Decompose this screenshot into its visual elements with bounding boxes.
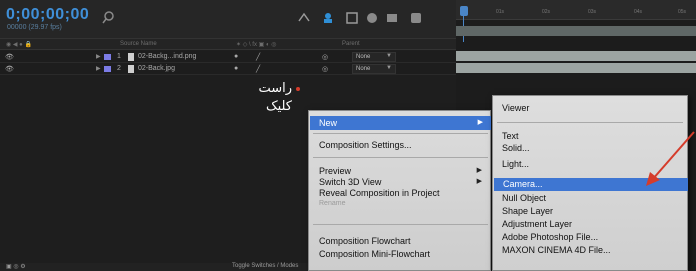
current-time-indicator[interactable] (460, 6, 468, 16)
av-features-header: ◉ ◀ ● 🔒 (6, 42, 32, 48)
submenu-item-null-object[interactable]: Null Object (502, 192, 546, 204)
submenu-item-solid[interactable]: Solid... (502, 142, 530, 154)
menu-item-composition-settings[interactable]: Composition Settings... (319, 139, 412, 151)
file-icon (128, 65, 134, 73)
graph-editor-icon[interactable] (384, 10, 400, 26)
shy-switch[interactable]: ● (234, 53, 238, 60)
menu-item-composition-flowchart[interactable]: Composition Flowchart (319, 235, 411, 247)
quality-switch[interactable]: ╱ (256, 65, 260, 73)
menu-item-rename: Rename (319, 200, 346, 207)
quality-switch[interactable]: ╱ (256, 53, 260, 61)
layer-number: 1 (117, 53, 121, 60)
submenu-arrow-icon: ▶ (477, 119, 483, 126)
timeline-header: 0;00;00;00 00000 (29.97 fps) (0, 0, 456, 38)
menu-item-label: Preview (319, 166, 352, 176)
expand-triangle-icon[interactable]: ▶ (96, 53, 101, 60)
file-icon (128, 53, 134, 61)
annotation-line-1: راست (258, 81, 292, 96)
search-icon[interactable] (102, 10, 122, 26)
submenu-item-adjustment-layer[interactable]: Adjustment Layer (502, 218, 572, 230)
menu-separator (313, 157, 488, 158)
parent-pickwhip-icon[interactable]: ◎ (322, 65, 328, 73)
shy-switch[interactable]: ● (234, 65, 238, 72)
layer-name[interactable]: 02-Back.jpg (138, 65, 175, 72)
parent-dropdown-value: None (356, 66, 371, 72)
layer-row[interactable]: 👁 ▶ 1 02-Backg...ind.png ● ╱ ◎ None ▼ (0, 51, 456, 63)
frame-blending-icon[interactable] (344, 10, 360, 26)
menu-separator (497, 122, 683, 123)
parent-dropdown-value: None (356, 54, 371, 60)
layer-row[interactable]: 👁 ▶ 2 02-Back.jpg ● ╱ ◎ None ▼ (0, 63, 456, 75)
context-menu: New ▶ Composition Settings... Preview ▶ … (308, 110, 491, 271)
ruler-tick-label: 05s (678, 9, 687, 15)
source-name-header[interactable]: Source Name (120, 41, 157, 47)
menu-item-new[interactable]: New ▶ (310, 116, 491, 130)
shy-layers-icon[interactable] (320, 10, 336, 26)
ruler-tick-label: 03s (588, 9, 597, 15)
submenu-item-photoshop-file[interactable]: Adobe Photoshop File... (502, 231, 598, 243)
ruler-tick-label: 04s (634, 9, 643, 15)
frame-counter: 00000 (29.97 fps) (7, 24, 62, 31)
submenu-item-shape-layer[interactable]: Shape Layer (502, 205, 553, 217)
footer-icons[interactable]: ▣ ◎ ⚙ (6, 263, 26, 270)
work-area-bar[interactable] (456, 26, 696, 36)
motion-blur-icon[interactable] (364, 10, 380, 26)
annotation-bullet (296, 87, 300, 91)
ruler-tick-label: 02s (542, 9, 551, 15)
parent-pickwhip-icon[interactable]: ◎ (322, 53, 328, 61)
submenu-item-light[interactable]: Light... (502, 158, 529, 170)
parent-dropdown[interactable]: None ▼ (352, 52, 396, 62)
menu-separator (313, 133, 488, 134)
submenu-item-text[interactable]: Text (502, 130, 519, 142)
expand-triangle-icon[interactable]: ▶ (96, 65, 101, 72)
toggle-switches-modes[interactable]: Toggle Switches / Modes (232, 263, 298, 269)
layer-duration-bar[interactable] (456, 51, 696, 61)
layer-name[interactable]: 02-Backg...ind.png (138, 53, 196, 60)
draft-3d-icon[interactable] (296, 10, 312, 26)
right-click-annotation: راست کلیک (232, 80, 292, 116)
menu-item-label: Switch 3D View (319, 177, 382, 187)
submenu-arrow-icon: ▶ (476, 178, 482, 185)
timecode-display[interactable]: 0;00;00;00 (6, 6, 89, 24)
switches-header: ✶ ◇ \ fx ▣ ◐ ◎ (236, 42, 277, 48)
time-ruler[interactable]: 01s 02s 03s 04s 05s (456, 0, 696, 20)
chevron-down-icon: ▼ (386, 53, 392, 59)
eye-icon[interactable]: 👁 (5, 53, 14, 61)
label-color-chip[interactable] (104, 54, 111, 60)
submenu-item-label: Camera... (503, 179, 543, 189)
brainstorm-icon[interactable] (408, 10, 424, 26)
submenu-item-viewer[interactable]: Viewer (502, 102, 529, 114)
parent-header[interactable]: Parent (342, 41, 360, 47)
parent-dropdown[interactable]: None ▼ (352, 64, 396, 74)
layer-number: 2 (117, 65, 121, 72)
menu-separator (313, 224, 488, 225)
submenu-item-cinema4d-file[interactable]: MAXON CINEMA 4D File... (502, 244, 611, 256)
layer-duration-bar[interactable] (456, 63, 696, 73)
chevron-down-icon: ▼ (386, 65, 392, 71)
menu-item-label: New (319, 118, 338, 128)
label-color-chip[interactable] (104, 66, 111, 72)
annotation-line-2: کلیک (265, 99, 292, 114)
column-headers: ◉ ◀ ● 🔒 Source Name ✶ ◇ \ fx ▣ ◐ ◎ Paren… (0, 38, 456, 50)
ruler-tick-label: 01s (496, 9, 505, 15)
red-pointer-arrow-icon (646, 131, 695, 186)
eye-icon[interactable]: 👁 (5, 65, 14, 73)
menu-item-composition-mini-flowchart[interactable]: Composition Mini-Flowchart (319, 248, 430, 260)
